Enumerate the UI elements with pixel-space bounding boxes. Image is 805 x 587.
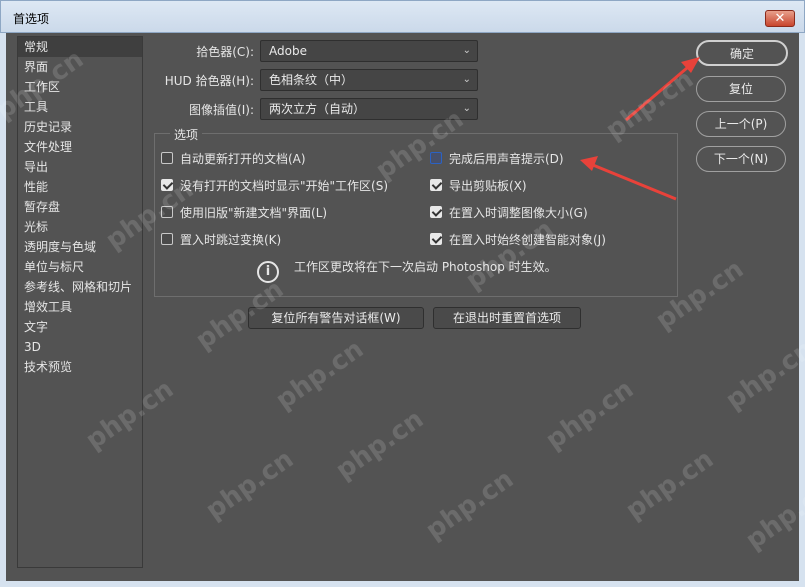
checkbox[interactable] bbox=[161, 233, 173, 245]
sidebar-item-workspace[interactable]: 工作区 bbox=[18, 77, 142, 97]
sidebar-item-tools[interactable]: 工具 bbox=[18, 97, 142, 117]
option-label: 置入时跳过变换(K) bbox=[180, 232, 282, 247]
option-label: 在置入时调整图像大小(G) bbox=[449, 205, 588, 220]
sidebar-item-guides-grid[interactable]: 参考线、网格和切片 bbox=[18, 277, 142, 297]
sidebar-item-performance[interactable]: 性能 bbox=[18, 177, 142, 197]
chevron-down-icon: ⌄ bbox=[462, 45, 471, 56]
checkbox-checked[interactable] bbox=[430, 233, 442, 245]
checkbox[interactable] bbox=[161, 206, 173, 218]
option-smart-objects[interactable]: 在置入时始终创建智能对象(J) bbox=[430, 230, 606, 248]
option-resize-on-place[interactable]: 在置入时调整图像大小(G) bbox=[430, 203, 588, 221]
option-label: 完成后用声音提示(D) bbox=[449, 151, 564, 166]
sidebar-item-scratch-disks[interactable]: 暂存盘 bbox=[18, 197, 142, 217]
reset-warnings-button[interactable]: 复位所有警告对话框(W) bbox=[248, 307, 424, 329]
options-group-title: 选项 bbox=[170, 126, 203, 143]
option-beep-when-done[interactable]: 完成后用声音提示(D) bbox=[430, 149, 564, 167]
color-picker-select[interactable]: Adobe ⌄ bbox=[260, 40, 478, 62]
checkbox-checked[interactable] bbox=[161, 179, 173, 191]
sidebar-item-units-rulers[interactable]: 单位与标尺 bbox=[18, 257, 142, 277]
sidebar-item-transparency[interactable]: 透明度与色域 bbox=[18, 237, 142, 257]
checkbox[interactable] bbox=[161, 152, 173, 164]
sidebar-item-cursors[interactable]: 光标 bbox=[18, 217, 142, 237]
hud-color-picker-select[interactable]: 色相条纹（中） ⌄ bbox=[260, 69, 478, 91]
close-button[interactable]: ✕ bbox=[765, 10, 795, 27]
sidebar-item-history[interactable]: 历史记录 bbox=[18, 117, 142, 137]
ok-button[interactable]: 确定 bbox=[696, 40, 788, 66]
color-picker-value: Adobe bbox=[269, 44, 307, 58]
reset-prefs-on-quit-button[interactable]: 在退出时重置首选项 bbox=[433, 307, 581, 329]
option-label: 在置入时始终创建智能对象(J) bbox=[449, 232, 606, 247]
image-interpolation-select[interactable]: 两次立方（自动） ⌄ bbox=[260, 98, 478, 120]
chevron-down-icon: ⌄ bbox=[462, 103, 471, 114]
next-button[interactable]: 下一个(N) bbox=[696, 146, 786, 172]
title-bar: 首选项 ✕ bbox=[0, 0, 805, 33]
option-skip-transform[interactable]: 置入时跳过变换(K) bbox=[161, 230, 281, 248]
checkbox-checked[interactable] bbox=[430, 206, 442, 218]
option-label: 导出剪贴板(X) bbox=[449, 178, 527, 193]
option-legacy-new-doc[interactable]: 使用旧版"新建文档"界面(L) bbox=[161, 203, 327, 221]
image-interpolation-value: 两次立方（自动） bbox=[269, 102, 366, 116]
image-interpolation-label: 图像插值(I): bbox=[189, 103, 254, 117]
sidebar-item-file-handling[interactable]: 文件处理 bbox=[18, 137, 142, 157]
reset-button[interactable]: 复位 bbox=[696, 76, 786, 102]
sidebar-item-export[interactable]: 导出 bbox=[18, 157, 142, 177]
sidebar-item-general[interactable]: 常规 bbox=[18, 37, 142, 57]
sidebar-item-interface[interactable]: 界面 bbox=[18, 57, 142, 77]
prev-button[interactable]: 上一个(P) bbox=[696, 111, 786, 137]
option-label: 使用旧版"新建文档"界面(L) bbox=[180, 205, 328, 220]
chevron-down-icon: ⌄ bbox=[462, 74, 471, 85]
sidebar-item-tech-previews[interactable]: 技术预览 bbox=[18, 357, 142, 377]
option-export-clipboard[interactable]: 导出剪贴板(X) bbox=[430, 176, 527, 194]
category-list[interactable]: 常规 界面 工作区 工具 历史记录 文件处理 导出 性能 暂存盘 光标 透明度与… bbox=[17, 36, 143, 568]
window-title: 首选项 bbox=[13, 12, 50, 26]
option-show-start-workspace[interactable]: 没有打开的文档时显示"开始"工作区(S) bbox=[161, 176, 388, 194]
info-message: 工作区更改将在下一次启动 Photoshop 时生效。 bbox=[294, 260, 557, 274]
checkbox[interactable] bbox=[430, 152, 442, 164]
sidebar-item-plugins[interactable]: 增效工具 bbox=[18, 297, 142, 317]
info-icon: i bbox=[257, 261, 279, 283]
hud-color-picker-label: HUD 拾色器(H): bbox=[164, 74, 254, 88]
option-label: 没有打开的文档时显示"开始"工作区(S) bbox=[180, 178, 389, 193]
option-label: 自动更新打开的文档(A) bbox=[180, 151, 306, 166]
hud-color-picker-value: 色相条纹（中） bbox=[269, 73, 354, 87]
sidebar-item-type[interactable]: 文字 bbox=[18, 317, 142, 337]
color-picker-label: 拾色器(C): bbox=[196, 45, 254, 59]
sidebar-item-3d[interactable]: 3D bbox=[18, 337, 142, 357]
option-auto-update[interactable]: 自动更新打开的文档(A) bbox=[161, 149, 306, 167]
checkbox-checked[interactable] bbox=[430, 179, 442, 191]
